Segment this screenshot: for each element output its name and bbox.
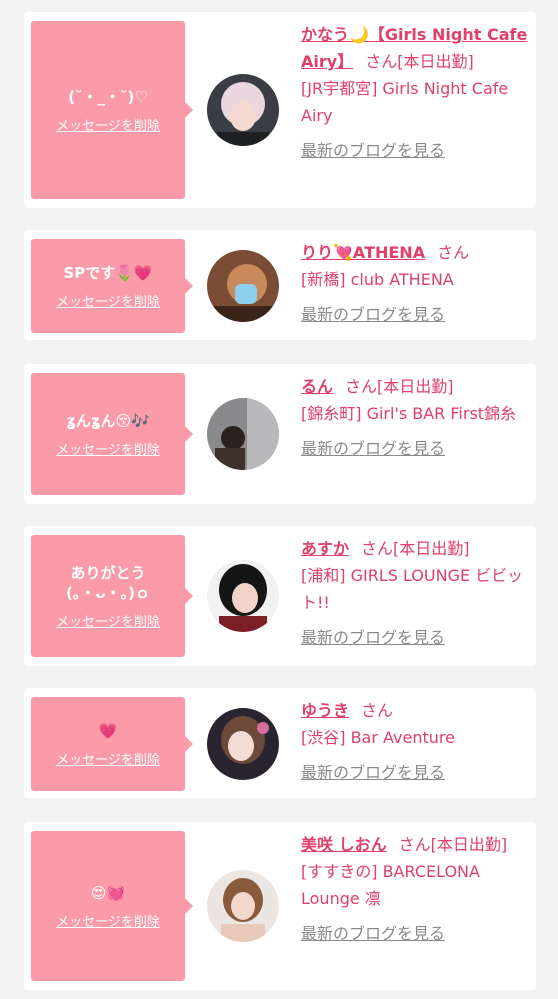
honorific: さん: [437, 243, 470, 262]
message-text: 💗: [98, 721, 118, 740]
avatar-photo-icon: [207, 250, 279, 322]
avatar[interactable]: [207, 74, 279, 146]
avatar[interactable]: [207, 398, 279, 470]
message-text: 😍💓: [90, 883, 126, 902]
avatar-photo-icon: [207, 560, 279, 632]
message-text: (˘・_・˘)♡: [68, 87, 148, 106]
latest-blog-link[interactable]: 最新のブログを見る: [301, 920, 529, 947]
shop-name: [新橋] club ATHENA: [301, 270, 454, 289]
shop-name: [すすきの] BARCELONA Lounge 凛: [301, 862, 480, 908]
message-card: (˘・_・˘)♡ メッセージを削除 かなう🌙【Girls Night Cafe …: [24, 12, 536, 208]
profile-info: かなう🌙【Girls Night Cafe Airy】 さん[本日出勤] [JR宇…: [301, 21, 529, 164]
shop-name: [浦和] GIRLS LOUNGE ビビット!!: [301, 566, 524, 612]
delete-message-link[interactable]: メッセージを削除: [56, 439, 160, 458]
message-bubble: ʓんʓん😚🎶 メッセージを削除: [31, 373, 193, 495]
latest-blog-link[interactable]: 最新のブログを見る: [301, 137, 529, 164]
message-card: ʓんʓん😚🎶 メッセージを削除 るん さん[本日出勤] [錦糸町] Girl's …: [24, 364, 536, 504]
message-card: 💗 メッセージを削除 ゆうき さん [渋谷] Bar Aventure 最新のブロ…: [24, 688, 536, 798]
latest-blog-link[interactable]: 最新のブログを見る: [301, 759, 529, 786]
honorific: さん: [398, 835, 431, 854]
message-text: ʓんʓん😚🎶: [66, 411, 150, 430]
girl-name-link[interactable]: 美咲 しおん: [301, 835, 387, 854]
shop-name: [錦糸町] Girl's BAR First錦糸: [301, 404, 517, 423]
status-text: [本日出勤]: [397, 52, 474, 71]
delete-message-link[interactable]: メッセージを削除: [56, 911, 160, 930]
honorific: さん: [361, 701, 394, 720]
girl-name-link[interactable]: あすか: [301, 539, 349, 558]
profile-info: ゆうき さん [渋谷] Bar Aventure 最新のブログを見る: [301, 697, 529, 786]
status-text: [本日出勤]: [430, 835, 508, 854]
avatar-photo-icon: [207, 74, 279, 146]
message-bubble: SPです🌷💗 メッセージを削除: [31, 239, 193, 333]
profile-info: 美咲 しおん さん[本日出勤] [すすきの] BARCELONA Lounge 凛…: [301, 831, 529, 947]
delete-message-link[interactable]: メッセージを削除: [56, 611, 160, 630]
honorific: さん: [345, 377, 378, 396]
message-bubble: 💗 メッセージを削除: [31, 697, 193, 791]
delete-message-link[interactable]: メッセージを削除: [56, 115, 160, 134]
girl-name-link[interactable]: るん: [301, 377, 333, 396]
avatar[interactable]: [207, 560, 279, 632]
status-text: [本日出勤]: [393, 539, 470, 558]
message-text: ありがとう (｡・ᴗ・｡)ｏ: [65, 563, 151, 602]
message-card: ありがとう (｡・ᴗ・｡)ｏ メッセージを削除 あすか さん[本日出勤] [浦和]…: [24, 526, 536, 666]
message-bubble: 😍💓 メッセージを削除: [31, 831, 193, 981]
avatar[interactable]: [207, 250, 279, 322]
shop-name: [JR宇都宮] Girls Night Cafe Airy: [301, 79, 509, 125]
message-bubble: (˘・_・˘)♡ メッセージを削除: [31, 21, 193, 199]
latest-blog-link[interactable]: 最新のブログを見る: [301, 435, 529, 462]
latest-blog-link[interactable]: 最新のブログを見る: [301, 624, 529, 651]
delete-message-link[interactable]: メッセージを削除: [56, 749, 160, 768]
avatar-photo-icon: [207, 870, 279, 942]
message-card: 😍💓 メッセージを削除 美咲 しおん さん[本日出勤] [すすきの] BARCEL…: [24, 822, 536, 990]
delete-message-link[interactable]: メッセージを削除: [56, 291, 160, 310]
shop-name: [渋谷] Bar Aventure: [301, 728, 455, 747]
honorific: さん: [361, 539, 394, 558]
profile-info: るん さん[本日出勤] [錦糸町] Girl's BAR First錦糸 最新のブ…: [301, 373, 529, 462]
avatar-photo-icon: [207, 708, 279, 780]
avatar[interactable]: [207, 708, 279, 780]
message-bubble: ありがとう (｡・ᴗ・｡)ｏ メッセージを削除: [31, 535, 193, 657]
honorific: さん: [365, 52, 398, 71]
avatar[interactable]: [207, 870, 279, 942]
avatar-photo-icon: [207, 398, 279, 470]
girl-name-link[interactable]: ゆうき: [301, 701, 349, 720]
profile-info: りり💘ATHENA さん [新橋] club ATHENA 最新のブログを見る: [301, 239, 529, 328]
message-text: SPです🌷💗: [63, 263, 153, 282]
girl-name-link[interactable]: りり💘ATHENA: [301, 243, 425, 262]
status-text: [本日出勤]: [377, 377, 454, 396]
profile-info: あすか さん[本日出勤] [浦和] GIRLS LOUNGE ビビット!! 最新の…: [301, 535, 529, 651]
latest-blog-link[interactable]: 最新のブログを見る: [301, 301, 529, 328]
message-card: SPです🌷💗 メッセージを削除 りり💘ATHENA さん [新橋] club AT…: [24, 230, 536, 340]
